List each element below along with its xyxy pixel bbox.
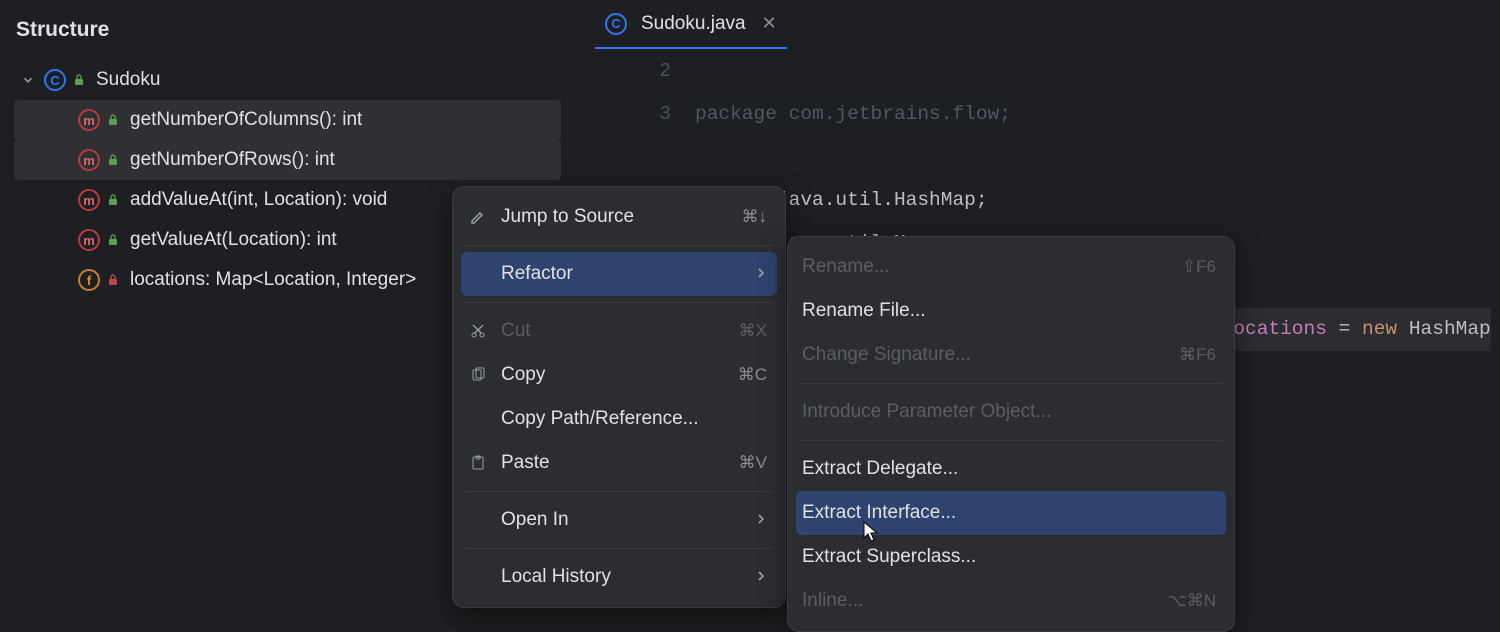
menu-shortcut: ⌥⌘N bbox=[1167, 591, 1216, 611]
menu-shortcut: ⌘C bbox=[738, 365, 767, 385]
editor-tab[interactable]: C Sudoku.java ✕ bbox=[595, 1, 787, 49]
menu-item-inline[interactable]: Inline... ⌥⌘N bbox=[788, 579, 1234, 623]
menu-label: Change Signature... bbox=[802, 344, 1167, 366]
tree-method-node[interactable]: m getNumberOfRows(): int bbox=[14, 140, 561, 180]
method-badge-icon: m bbox=[78, 149, 100, 171]
private-icon bbox=[104, 274, 122, 286]
tree-label: getNumberOfRows(): int bbox=[130, 149, 335, 171]
cut-icon bbox=[467, 322, 489, 340]
class-badge-icon: C bbox=[605, 13, 627, 35]
tree-label: getValueAt(Location): int bbox=[130, 229, 337, 251]
menu-item-jump-to-source[interactable]: Jump to Source ⌘↓ bbox=[453, 195, 785, 239]
field-badge-icon: f bbox=[78, 269, 100, 291]
menu-label: Rename... bbox=[802, 256, 1170, 278]
menu-separator bbox=[465, 491, 773, 492]
menu-shortcut: ⌘↓ bbox=[742, 207, 768, 227]
menu-shortcut: ⇧F6 bbox=[1182, 257, 1216, 277]
menu-label: Open In bbox=[501, 509, 743, 531]
method-badge-icon: m bbox=[78, 229, 100, 251]
copy-icon bbox=[467, 366, 489, 384]
menu-item-introduce-parameter-object[interactable]: Introduce Parameter Object... bbox=[788, 390, 1234, 434]
tree-label: locations: Map<Location, Integer> bbox=[130, 269, 416, 291]
close-icon[interactable]: ✕ bbox=[762, 13, 777, 34]
menu-label: Rename File... bbox=[802, 300, 1216, 322]
menu-shortcut: ⌘X bbox=[739, 321, 767, 341]
menu-separator bbox=[465, 548, 773, 549]
menu-label: Inline... bbox=[802, 590, 1155, 612]
method-badge-icon: m bbox=[78, 109, 100, 131]
menu-label: Introduce Parameter Object... bbox=[802, 401, 1216, 423]
menu-label: Extract Interface... bbox=[802, 502, 1216, 524]
menu-label: Paste bbox=[501, 452, 727, 474]
chevron-right-icon bbox=[755, 509, 767, 531]
menu-item-extract-delegate[interactable]: Extract Delegate... bbox=[788, 447, 1234, 491]
menu-item-extract-interface[interactable]: Extract Interface... bbox=[796, 491, 1226, 535]
menu-shortcut: ⌘F6 bbox=[1179, 345, 1216, 365]
menu-separator bbox=[800, 440, 1222, 441]
line-number: 2 bbox=[575, 50, 671, 93]
menu-label: Jump to Source bbox=[501, 206, 730, 228]
code-keyword: new bbox=[1362, 318, 1397, 340]
menu-item-copy[interactable]: Copy ⌘C bbox=[453, 353, 785, 397]
menu-item-extract-superclass[interactable]: Extract Superclass... bbox=[788, 535, 1234, 579]
tab-label: Sudoku.java bbox=[641, 13, 746, 35]
menu-item-rename-file[interactable]: Rename File... bbox=[788, 289, 1234, 333]
public-icon bbox=[104, 114, 122, 126]
tree-label: Sudoku bbox=[96, 69, 160, 91]
panel-title: Structure bbox=[0, 18, 575, 60]
refactor-submenu: Rename... ⇧F6 Rename File... Change Sign… bbox=[787, 236, 1235, 632]
menu-separator bbox=[800, 383, 1222, 384]
edit-icon bbox=[467, 208, 489, 226]
code-text: = bbox=[1327, 318, 1362, 340]
code-variable: locations bbox=[1222, 318, 1327, 340]
menu-item-rename[interactable]: Rename... ⇧F6 bbox=[788, 245, 1234, 289]
chevron-down-icon[interactable] bbox=[18, 73, 38, 87]
line-number: 3 bbox=[575, 93, 671, 136]
menu-item-refactor[interactable]: Refactor bbox=[461, 252, 777, 296]
menu-item-paste[interactable]: Paste ⌘V bbox=[453, 441, 785, 485]
class-badge-icon: C bbox=[44, 69, 66, 91]
menu-label: Extract Superclass... bbox=[802, 546, 1216, 568]
menu-item-open-in[interactable]: Open In bbox=[453, 498, 785, 542]
code-text: java.util.HashMap; bbox=[765, 189, 987, 211]
tree-method-node[interactable]: m getNumberOfColumns(): int bbox=[14, 100, 561, 140]
tree-label: getNumberOfColumns(): int bbox=[130, 109, 362, 131]
public-icon bbox=[104, 154, 122, 166]
menu-item-copy-path[interactable]: Copy Path/Reference... bbox=[453, 397, 785, 441]
menu-separator bbox=[465, 302, 773, 303]
context-menu: Jump to Source ⌘↓ Refactor Cut ⌘X Copy ⌘… bbox=[452, 186, 786, 608]
paste-icon bbox=[467, 454, 489, 472]
chevron-right-icon bbox=[755, 566, 767, 588]
menu-label: Local History bbox=[501, 566, 743, 588]
code-text: HashMap bbox=[1397, 318, 1491, 340]
tree-class-node[interactable]: C Sudoku bbox=[14, 60, 561, 100]
code-keyword: package bbox=[695, 103, 777, 125]
menu-separator bbox=[465, 245, 773, 246]
menu-label: Copy bbox=[501, 364, 726, 386]
code-text: com.jetbrains.flow; bbox=[777, 103, 1011, 125]
menu-item-local-history[interactable]: Local History bbox=[453, 555, 785, 599]
menu-label: Extract Delegate... bbox=[802, 458, 1216, 480]
tree-label: addValueAt(int, Location): void bbox=[130, 189, 387, 211]
menu-label: Copy Path/Reference... bbox=[501, 408, 767, 430]
menu-label: Cut bbox=[501, 320, 727, 342]
menu-item-change-signature[interactable]: Change Signature... ⌘F6 bbox=[788, 333, 1234, 377]
menu-label: Refactor bbox=[501, 263, 743, 285]
public-icon bbox=[104, 194, 122, 206]
method-badge-icon: m bbox=[78, 189, 100, 211]
menu-item-cut[interactable]: Cut ⌘X bbox=[453, 309, 785, 353]
public-icon bbox=[104, 234, 122, 246]
chevron-right-icon bbox=[755, 263, 767, 285]
tab-bar: C Sudoku.java ✕ bbox=[575, 0, 1500, 50]
public-icon bbox=[70, 74, 88, 86]
menu-shortcut: ⌘V bbox=[739, 453, 767, 473]
